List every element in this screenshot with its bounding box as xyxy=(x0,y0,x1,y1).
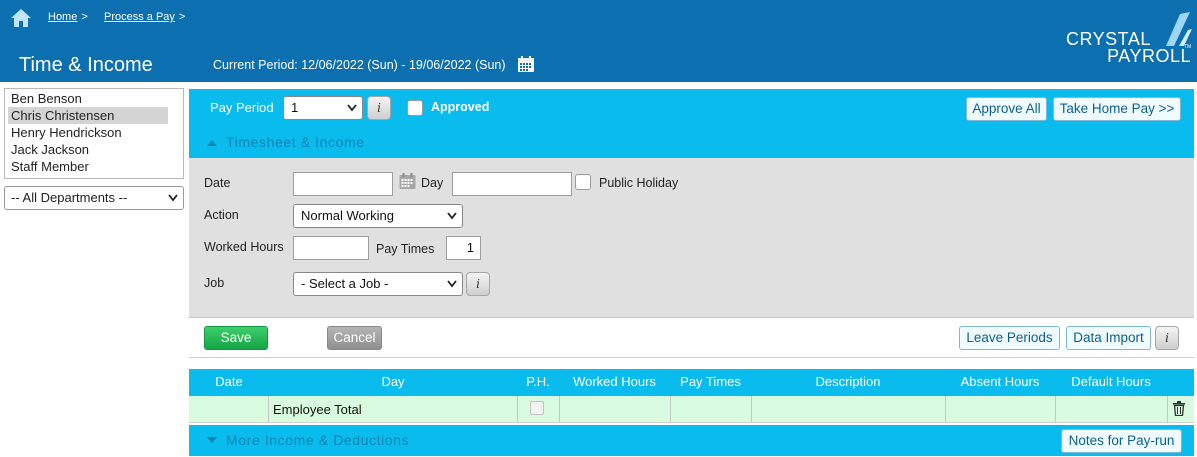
worked-hours-input[interactable] xyxy=(293,236,369,260)
calendar-icon[interactable] xyxy=(517,56,535,73)
page-title: Time & Income xyxy=(19,54,153,76)
department-select[interactable]: -- All Departments -- xyxy=(4,186,184,210)
cell-divider xyxy=(268,396,269,423)
logo-mark-icon xyxy=(1166,12,1192,46)
pay-times-input[interactable]: 1 xyxy=(446,236,481,260)
crystal-payroll-logo: CRYSTAL PAYROLL TM xyxy=(1060,12,1193,70)
cell-divider xyxy=(517,396,518,423)
approve-all-button[interactable]: Approve All xyxy=(966,97,1047,121)
date-input[interactable] xyxy=(293,172,393,196)
pay-times-label: Pay Times xyxy=(376,242,435,256)
more-income-section-title: More Income & Deductions xyxy=(226,432,410,448)
pay-period-label: Pay Period xyxy=(210,100,274,115)
cancel-button[interactable]: Cancel xyxy=(327,326,382,350)
employee-item[interactable]: Ben Benson xyxy=(8,90,168,107)
logo-line-2: PAYROLL xyxy=(1107,46,1191,66)
trash-icon[interactable] xyxy=(1172,401,1186,416)
collapse-up-icon xyxy=(207,140,217,146)
cell-divider xyxy=(751,396,752,423)
actions-info-button[interactable]: i xyxy=(1155,326,1179,350)
column-header-worked-hours[interactable]: Worked Hours xyxy=(559,374,670,389)
timesheet-form: Date Day Public Holiday Action Normal Wo… xyxy=(189,158,1194,318)
column-header-description[interactable]: Description xyxy=(751,374,945,389)
timesheet-section-title: Timesheet & Income xyxy=(226,134,365,150)
timesheet-section-header[interactable]: Timesheet & Income xyxy=(189,127,1194,158)
employee-total-label: Employee Total xyxy=(273,402,362,417)
divider xyxy=(189,357,1194,358)
breadcrumb-link-process-pay[interactable]: Process a Pay xyxy=(104,11,175,23)
approved-label: Approved xyxy=(431,100,490,114)
data-import-button[interactable]: Data Import xyxy=(1066,326,1151,350)
date-label: Date xyxy=(204,176,231,190)
column-header-default-hours[interactable]: Default Hours xyxy=(1055,374,1167,389)
cell-divider xyxy=(1055,396,1056,423)
take-home-pay-button[interactable]: Take Home Pay >> xyxy=(1053,97,1181,121)
home-icon[interactable] xyxy=(10,8,32,28)
employee-total-row: Employee Total xyxy=(189,396,1194,423)
approved-checkbox[interactable] xyxy=(407,100,423,116)
action-label: Action xyxy=(204,208,239,222)
job-info-button[interactable]: i xyxy=(466,272,490,296)
chevron-down-icon xyxy=(447,280,457,288)
leave-periods-button[interactable]: Leave Periods xyxy=(959,326,1060,350)
chevron-down-icon xyxy=(168,194,178,202)
day-label: Day xyxy=(421,176,444,190)
pay-period-bar: Pay Period 1 i Approved Approve All Take… xyxy=(189,89,1194,127)
department-select-value: -- All Departments -- xyxy=(11,190,128,205)
job-value: - Select a Job - xyxy=(301,276,389,291)
chevron-down-icon xyxy=(447,212,457,220)
employee-item[interactable]: Henry Hendrickson xyxy=(8,124,168,141)
notes-for-pay-run-button[interactable]: Notes for Pay-run xyxy=(1061,429,1182,453)
public-holiday-label: Public Holiday xyxy=(599,176,679,190)
breadcrumb-separator: > xyxy=(81,11,88,23)
cell-divider xyxy=(945,396,946,423)
action-value: Normal Working xyxy=(301,208,394,223)
chevron-down-icon xyxy=(347,104,357,112)
ph-checkbox-disabled xyxy=(530,401,544,415)
job-label: Job xyxy=(204,276,225,290)
pay-period-value: 1 xyxy=(291,100,299,115)
expand-down-icon xyxy=(207,437,217,443)
app-header: Home > Process a Pay > Time & Income Curre… xyxy=(0,0,1197,82)
column-header-absent-hours[interactable]: Absent Hours xyxy=(945,374,1055,389)
action-select[interactable]: Normal Working xyxy=(293,204,463,228)
breadcrumb-separator: > xyxy=(178,11,186,23)
employee-item-selected[interactable]: Chris Christensen xyxy=(8,107,168,124)
breadcrumb-process-pay: Process a Pay > xyxy=(104,11,185,23)
pay-period-select[interactable]: 1 xyxy=(283,96,363,120)
job-select[interactable]: - Select a Job - xyxy=(293,272,463,296)
current-period-text: Current Period: 12/06/2022 (Sun) - 19/06… xyxy=(213,58,506,72)
employee-list[interactable]: Ben Benson Chris Christensen Henry Hendr… xyxy=(4,88,184,179)
more-income-section-header[interactable]: More Income & Deductions Notes for Pay-r… xyxy=(189,425,1194,456)
employee-item[interactable]: Jack Jackson xyxy=(8,141,168,158)
cell-divider xyxy=(559,396,560,423)
worked-hours-label: Worked Hours xyxy=(204,240,284,254)
cell-divider xyxy=(670,396,671,423)
timesheet-table-header: Date Day P.H. Worked Hours Pay Times Des… xyxy=(189,369,1194,396)
column-header-day[interactable]: Day xyxy=(269,374,517,389)
day-input[interactable] xyxy=(452,172,572,196)
column-header-date[interactable]: Date xyxy=(189,374,269,389)
calendar-icon[interactable] xyxy=(399,173,416,190)
save-button[interactable]: Save xyxy=(204,326,268,350)
public-holiday-checkbox[interactable] xyxy=(575,174,591,190)
pay-period-info-button[interactable]: i xyxy=(367,96,391,120)
logo-trademark: TM xyxy=(1184,44,1192,50)
column-header-ph[interactable]: P.H. xyxy=(517,374,559,389)
employee-item[interactable]: Staff Member xyxy=(8,158,168,175)
breadcrumb-link-home[interactable]: Home xyxy=(48,11,77,23)
cell-divider xyxy=(1167,396,1168,423)
column-header-pay-times[interactable]: Pay Times xyxy=(670,374,751,389)
breadcrumb-home: Home > xyxy=(48,11,88,23)
